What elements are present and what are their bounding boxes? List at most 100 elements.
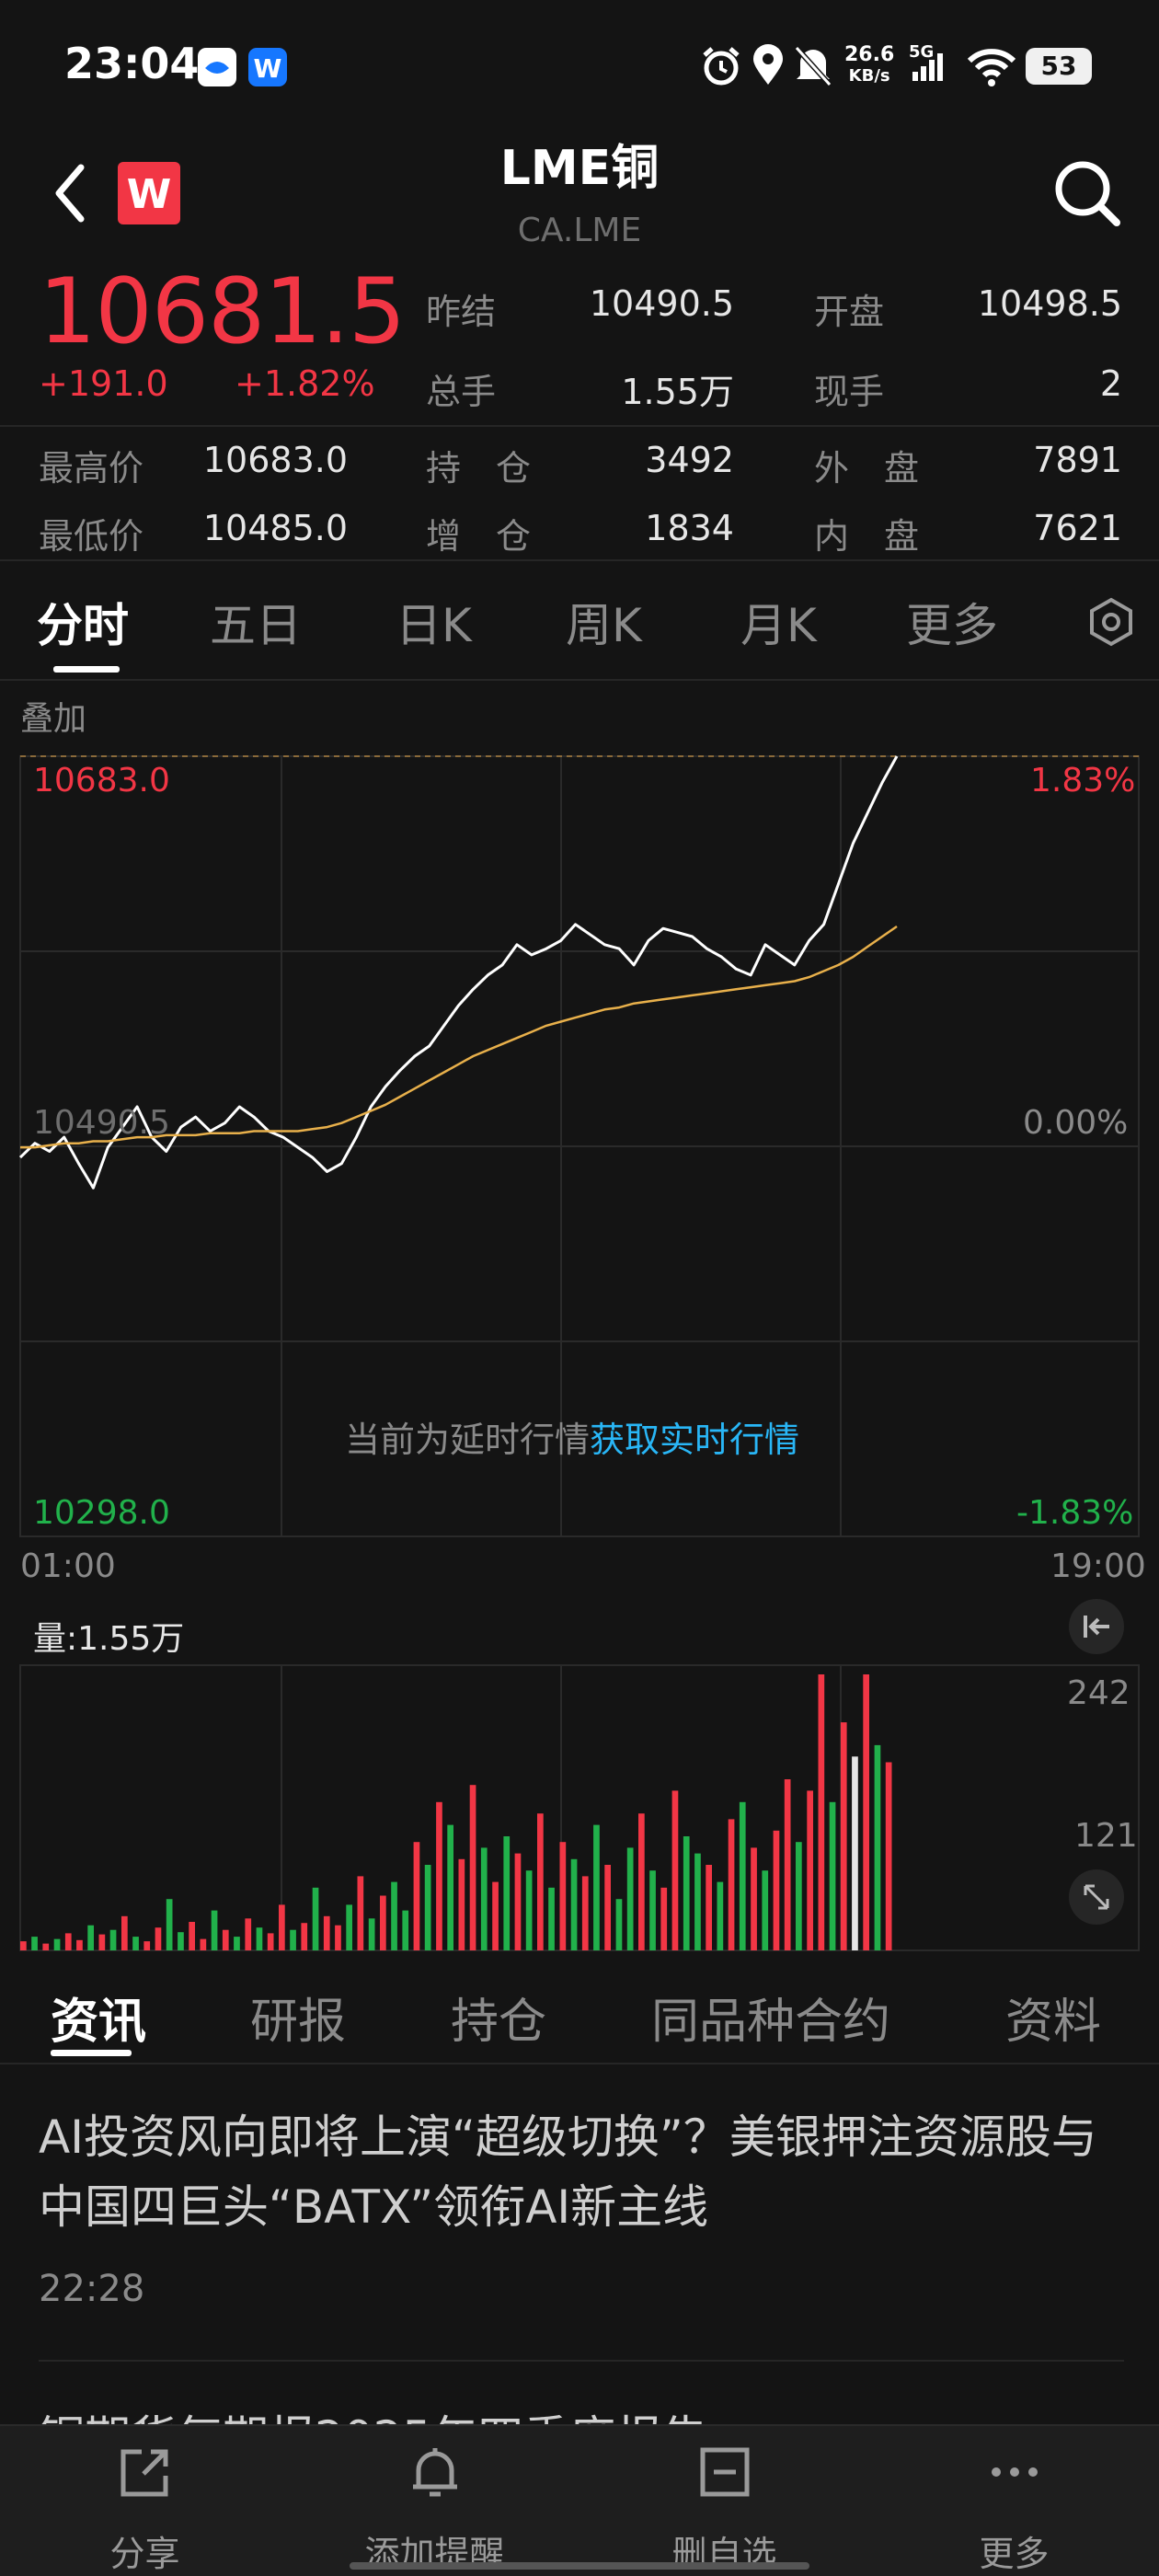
axis-end-time: 19:00 xyxy=(1050,1547,1146,1585)
divider xyxy=(0,679,1159,681)
price-change-pct: +1.82% xyxy=(235,363,375,404)
inner-value: 7621 xyxy=(1033,508,1122,548)
tab-news[interactable]: 资讯 xyxy=(51,1983,146,2052)
volume-bar xyxy=(211,1910,218,1950)
volume-bar xyxy=(87,1925,94,1950)
wifi-icon xyxy=(966,44,1017,92)
volume-label: 总手 xyxy=(426,372,497,412)
low-value: 10485.0 xyxy=(202,508,348,548)
volume-bar xyxy=(537,1813,544,1950)
volume-bar xyxy=(593,1824,600,1950)
tab-more[interactable]: 更多 xyxy=(906,589,998,655)
chart-grid xyxy=(19,755,1140,1951)
more-icon xyxy=(992,2467,1038,2477)
volume-bar xyxy=(53,1938,61,1950)
low-label: 最低价 xyxy=(39,516,144,557)
tab-daily-k[interactable]: 日K xyxy=(396,589,472,655)
volume-bar xyxy=(604,1865,611,1950)
chart-settings-button[interactable] xyxy=(1085,596,1137,651)
fullscreen-button[interactable] xyxy=(1069,1869,1124,1925)
position-value: 3492 xyxy=(645,440,734,480)
home-indicator xyxy=(350,2562,809,2570)
outer-label: 外 盘 xyxy=(814,448,920,489)
divider xyxy=(0,559,1159,561)
volume-bar xyxy=(492,1881,499,1950)
tab-research[interactable]: 研报 xyxy=(250,1983,346,2052)
price-change: +191.0 xyxy=(39,363,168,404)
app-notification-icon xyxy=(198,48,236,86)
divider xyxy=(0,2063,1159,2064)
volume-bar xyxy=(559,1842,567,1950)
volume-bar xyxy=(480,1847,488,1950)
volume-bar xyxy=(312,1887,319,1950)
overlay-button[interactable]: 叠加 xyxy=(20,692,86,740)
axis-mid-price: 10490.5 xyxy=(33,1104,170,1142)
inner-label: 内 盘 xyxy=(814,516,920,557)
high-label: 最高价 xyxy=(39,448,144,489)
volume-bar xyxy=(863,1674,869,1950)
tab-weekly-k[interactable]: 周K xyxy=(566,589,642,655)
signal-strength-icon: 5G xyxy=(909,42,943,81)
volume-bar xyxy=(660,1887,668,1950)
volume-bar xyxy=(279,1904,285,1950)
search-button[interactable] xyxy=(1050,156,1124,234)
status-time: 23:04 xyxy=(64,39,200,88)
mute-icon xyxy=(793,44,833,92)
volume-bar xyxy=(773,1830,780,1950)
volume-bar xyxy=(458,1858,465,1950)
tab-holdings[interactable]: 持仓 xyxy=(451,1983,546,2052)
volume-bar xyxy=(796,1842,802,1950)
more-label: 更多 xyxy=(979,2534,1050,2574)
volume-bar xyxy=(413,1842,420,1950)
active-info-tab-indicator xyxy=(51,2050,132,2056)
delay-notice: 当前为延时行情获取实时行情 xyxy=(345,1411,799,1462)
volume-axis-max: 242 xyxy=(1067,1674,1130,1712)
axis-bottom-pct: -1.83% xyxy=(1016,1494,1134,1532)
axis-start-time: 01:00 xyxy=(20,1547,116,1585)
tab-five-day[interactable]: 五日 xyxy=(210,589,302,655)
tab-intraday[interactable]: 分时 xyxy=(37,589,129,655)
volume-bar xyxy=(840,1722,847,1950)
volume-bar xyxy=(581,1876,589,1950)
volume-bar xyxy=(323,1915,330,1950)
search-icon xyxy=(1055,161,1120,226)
volume-bar xyxy=(267,1933,274,1950)
news-headline[interactable]: AI投资风向即将上演“超级切换”？美银押注资源股与中国四巨头“BATX”领衔AI… xyxy=(39,2102,1124,2242)
volume-bar xyxy=(189,1922,195,1950)
volume-bar xyxy=(42,1943,50,1950)
tab-monthly-k[interactable]: 月K xyxy=(740,589,817,655)
volume-bar xyxy=(469,1785,476,1950)
volume-bar xyxy=(402,1910,409,1950)
axis-top-pct: 1.83% xyxy=(1030,762,1136,799)
volume-bar xyxy=(256,1927,263,1950)
settings-icon xyxy=(1090,597,1132,647)
collapse-chart-button[interactable] xyxy=(1069,1599,1124,1654)
page-title: LME铜 xyxy=(499,141,660,196)
volume-bar xyxy=(514,1853,522,1950)
volume-bar xyxy=(548,1887,555,1950)
volume-bar xyxy=(694,1853,701,1950)
divider xyxy=(39,2360,1124,2362)
news-time: 22:28 xyxy=(39,2268,145,2310)
battery-indicator: 53 xyxy=(1026,48,1092,85)
tab-profile[interactable]: 资料 xyxy=(1005,1983,1101,2052)
volume-bar xyxy=(200,1938,207,1950)
volume-bar xyxy=(503,1836,511,1950)
volume-bar xyxy=(20,1941,27,1950)
volume-bar xyxy=(570,1858,578,1950)
open-label: 开盘 xyxy=(814,292,885,332)
increase-value: 1834 xyxy=(645,508,734,548)
tab-same-variety[interactable]: 同品种合约 xyxy=(651,1983,890,2052)
network-speed: 26.6 KB/s xyxy=(844,43,895,86)
volume-bar xyxy=(64,1933,72,1950)
axis-top-price: 10683.0 xyxy=(33,762,170,799)
high-value: 10683.0 xyxy=(202,440,348,480)
volume-bar xyxy=(143,1941,151,1950)
axis-bottom-price: 10298.0 xyxy=(33,1494,170,1532)
realtime-quote-link[interactable]: 获取实时行情 xyxy=(590,1420,799,1460)
volume-bar xyxy=(436,1801,442,1950)
volume-value: 1.55万 xyxy=(621,372,734,412)
volume-bar xyxy=(615,1899,623,1950)
svg-text:W: W xyxy=(254,53,282,84)
volume-bar xyxy=(762,1870,769,1950)
